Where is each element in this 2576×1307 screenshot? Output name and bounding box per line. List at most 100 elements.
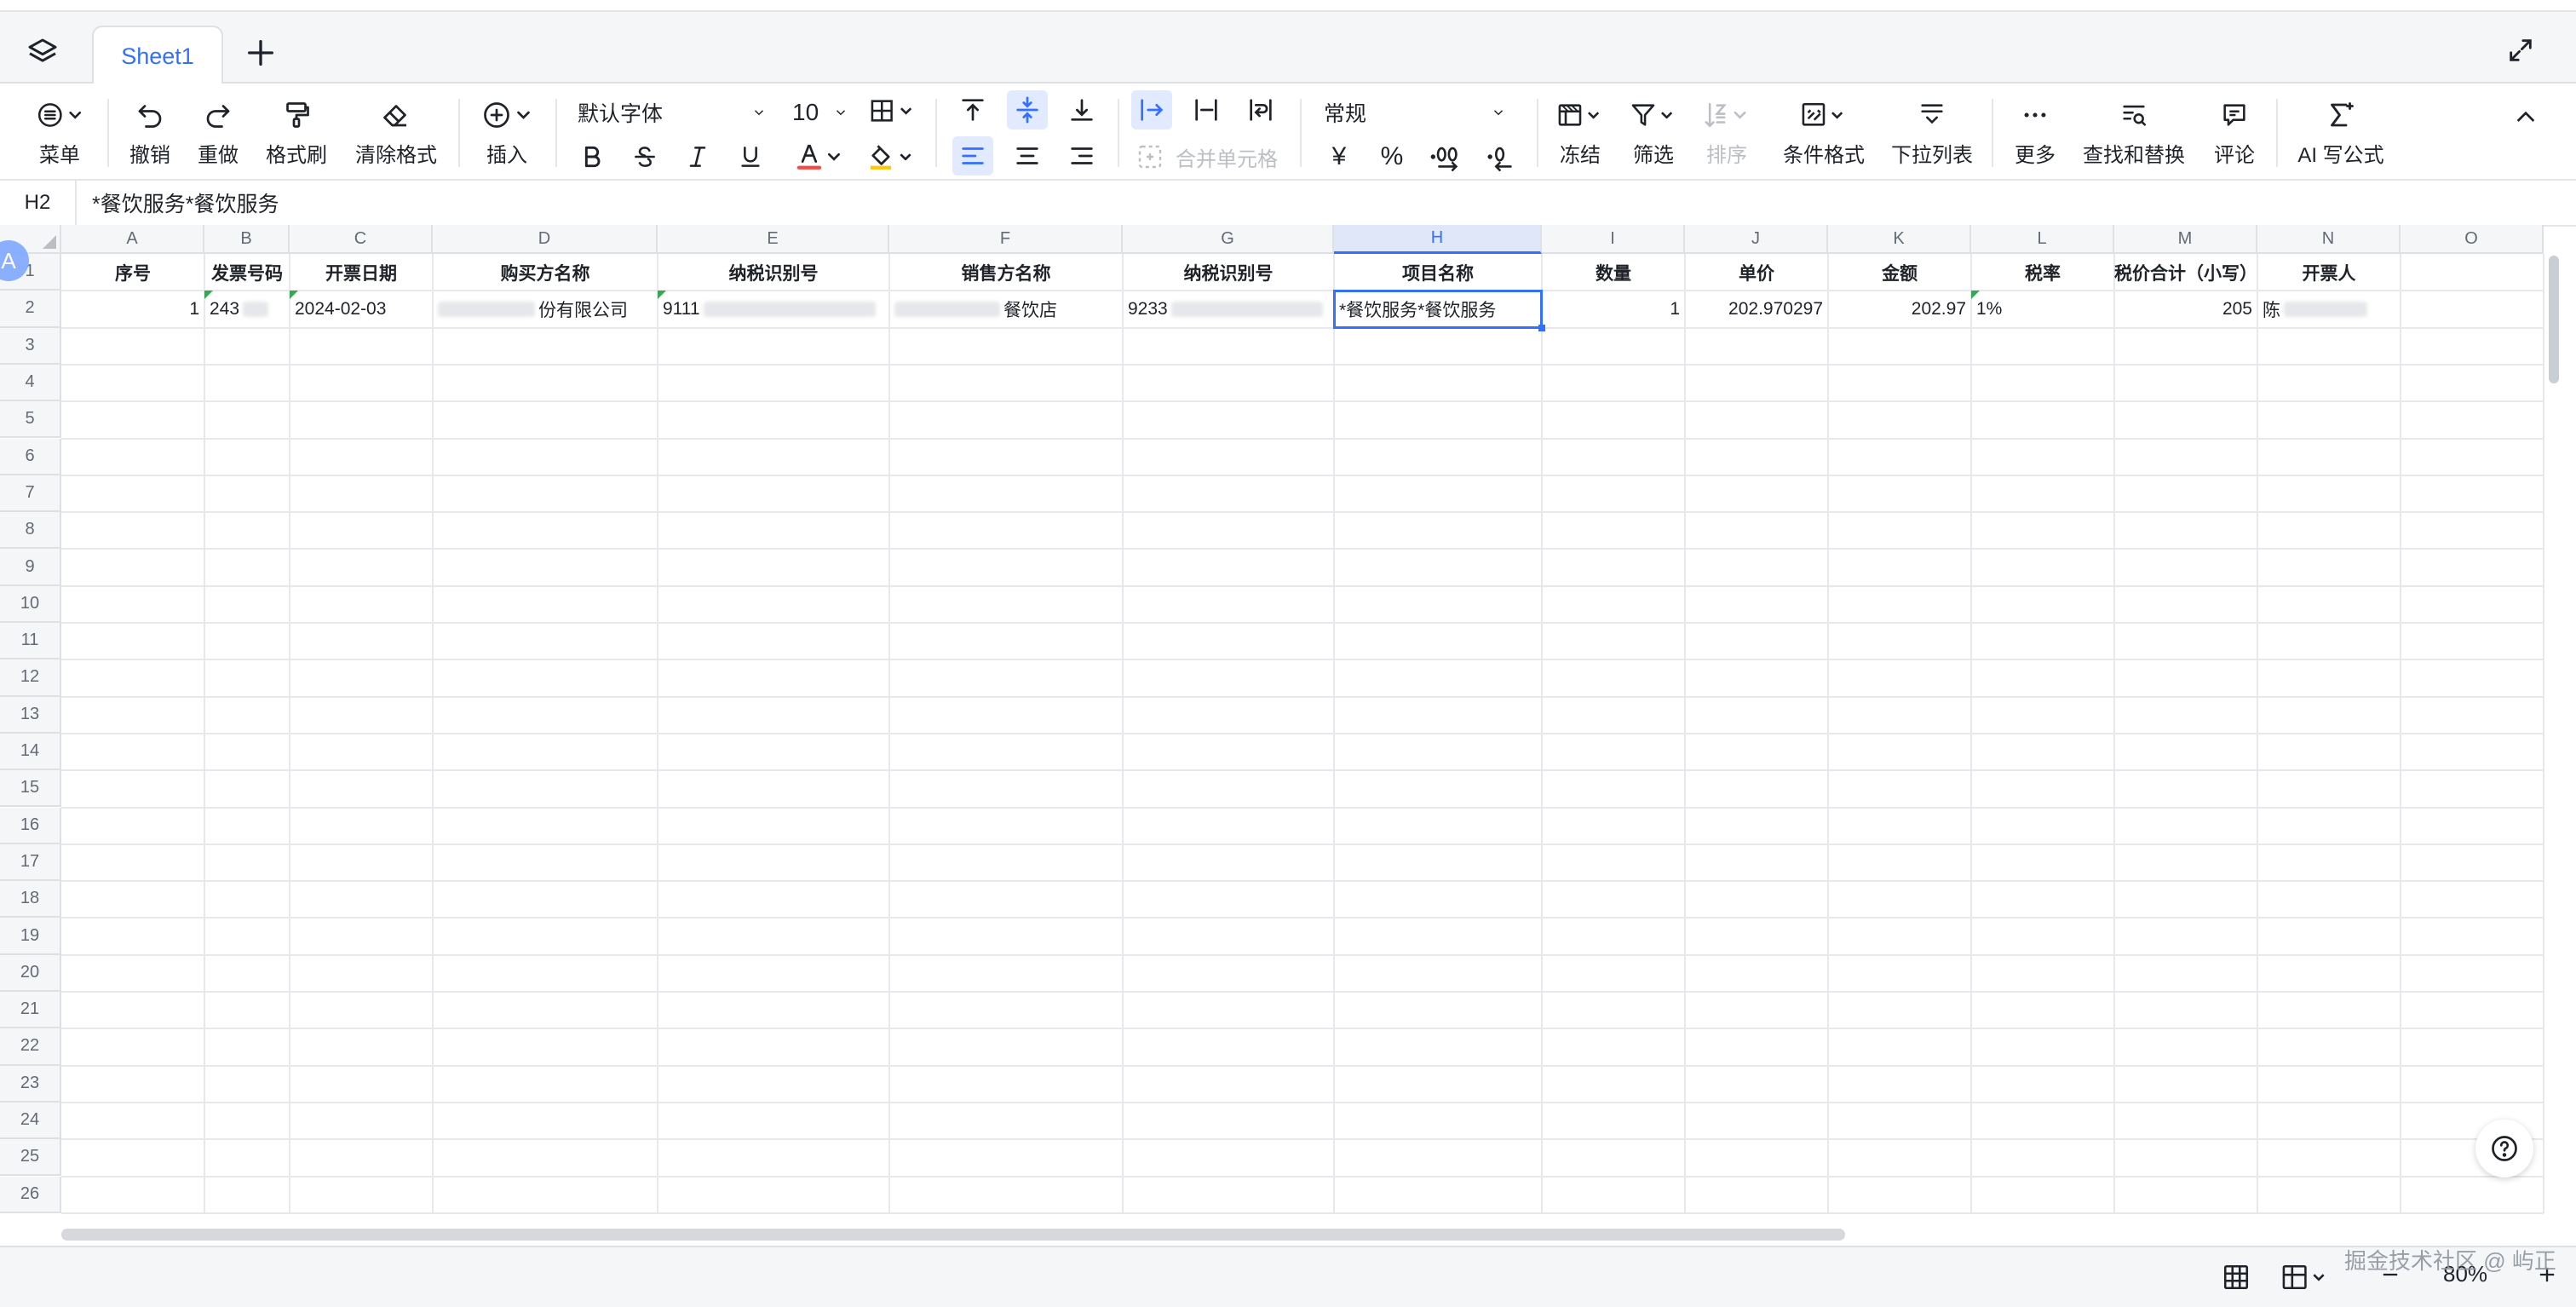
fullscreen-button[interactable] xyxy=(2506,36,2540,70)
cell-l1[interactable]: 税率 xyxy=(1971,254,2114,291)
row-header-18[interactable]: 18 xyxy=(0,881,61,918)
sheet-list-button[interactable] xyxy=(26,36,68,70)
cell-c2[interactable]: 2024-02-03 xyxy=(290,291,433,327)
row-header-16[interactable]: 16 xyxy=(0,807,61,844)
formula-input[interactable]: *餐饮服务*餐饮服务 xyxy=(92,181,279,225)
more-button[interactable]: 更多 xyxy=(2007,95,2063,168)
cell-d2[interactable]: 份有限公司 xyxy=(433,291,658,327)
strikethrough-button[interactable] xyxy=(625,138,664,176)
align-middle-button[interactable] xyxy=(1007,90,1048,130)
help-button[interactable] xyxy=(2475,1120,2533,1177)
vertical-scrollbar[interactable] xyxy=(2549,256,2559,383)
fill-handle[interactable] xyxy=(1538,324,1545,331)
cell-j2[interactable]: 202.970297 xyxy=(1685,291,1828,327)
row-header-22[interactable]: 22 xyxy=(0,1028,61,1066)
menu-button[interactable]: 菜单 xyxy=(26,95,94,168)
cell-j1[interactable]: 单价 xyxy=(1685,254,1828,291)
cell-f2[interactable]: 餐饮店 xyxy=(889,291,1123,327)
column-header-a[interactable]: A xyxy=(61,225,204,254)
spreadsheet-grid[interactable]: ABCDEFGHIJKLMNO 1 2 3 4 5 6 7 8 9 10 11 12 13 14 15 16 1… xyxy=(0,225,2576,1222)
sort-button[interactable]: 排序 xyxy=(1697,95,1757,168)
row-header-8[interactable]: 8 xyxy=(0,512,61,550)
underline-button[interactable] xyxy=(731,138,770,176)
row-header-17[interactable]: 17 xyxy=(0,844,61,882)
column-header-o[interactable]: O xyxy=(2401,225,2544,254)
horizontal-scrollbar[interactable] xyxy=(61,1229,1845,1241)
row-header-2[interactable]: 2 xyxy=(0,291,61,328)
row-header-19[interactable]: 19 xyxy=(0,918,61,955)
row-header-13[interactable]: 13 xyxy=(0,696,61,734)
freeze-view-button[interactable] xyxy=(2280,1263,2329,1292)
cell-a1[interactable]: 序号 xyxy=(61,254,204,291)
cell-b2[interactable]: 243 xyxy=(204,291,290,327)
cell-reference[interactable]: H2 xyxy=(0,181,77,225)
font-size-select[interactable]: 10 xyxy=(792,95,848,130)
decrease-decimal-button[interactable] xyxy=(1479,138,1523,176)
column-header-j[interactable]: J xyxy=(1685,225,1828,254)
column-header-l[interactable]: L xyxy=(1971,225,2114,254)
row-header-12[interactable]: 12 xyxy=(0,659,61,697)
column-header-c[interactable]: C xyxy=(290,225,433,254)
redo-button[interactable]: 重做 xyxy=(194,95,242,168)
undo-button[interactable]: 撤销 xyxy=(126,95,174,168)
row-header-23[interactable]: 23 xyxy=(0,1065,61,1103)
column-header-n[interactable]: N xyxy=(2257,225,2401,254)
align-left-button[interactable] xyxy=(952,136,993,176)
cell-h1[interactable]: 项目名称 xyxy=(1334,254,1542,291)
row-header-4[interactable]: 4 xyxy=(0,364,61,402)
align-right-button[interactable] xyxy=(1061,136,1102,176)
row-header-14[interactable]: 14 xyxy=(0,733,61,771)
column-header-h[interactable]: H xyxy=(1334,225,1542,254)
italic-button[interactable] xyxy=(678,138,717,176)
cell-l2[interactable]: 1% xyxy=(1971,291,2114,327)
column-header-m[interactable]: M xyxy=(2114,225,2257,254)
cell-g2[interactable]: 9233 xyxy=(1123,291,1334,327)
tab-sheet1[interactable]: Sheet1 xyxy=(92,26,223,85)
row-header-9[interactable]: 9 xyxy=(0,549,61,586)
row-header-15[interactable]: 15 xyxy=(0,770,61,808)
increase-decimal-button[interactable] xyxy=(1424,138,1469,176)
ai-formula-button[interactable]: AI 写公式 xyxy=(2291,95,2390,168)
column-header-e[interactable]: E xyxy=(658,225,889,254)
row-header-20[interactable]: 20 xyxy=(0,954,61,992)
row-header-3[interactable]: 3 xyxy=(0,327,61,365)
text-overflow-button[interactable] xyxy=(1131,90,1172,130)
cell-b1[interactable]: 发票号码 xyxy=(204,254,290,291)
cell-e1[interactable]: 纳税识别号 xyxy=(658,254,889,291)
cell-f1[interactable]: 销售方名称 xyxy=(889,254,1123,291)
cell-k1[interactable]: 金额 xyxy=(1828,254,1971,291)
grid-view-button[interactable] xyxy=(2222,1263,2251,1292)
bold-button[interactable] xyxy=(572,138,612,176)
cell-d1[interactable]: 购买方名称 xyxy=(433,254,658,291)
cell-m1[interactable]: 税价合计（小写） xyxy=(2114,254,2257,291)
add-sheet-button[interactable] xyxy=(244,36,281,73)
column-header-d[interactable]: D xyxy=(433,225,658,254)
align-bottom-button[interactable] xyxy=(1061,90,1102,130)
row-header-25[interactable]: 25 xyxy=(0,1139,61,1177)
cell-n1[interactable]: 开票人 xyxy=(2257,254,2401,291)
find-replace-button[interactable]: 查找和替换 xyxy=(2079,95,2189,168)
row-header-24[interactable]: 24 xyxy=(0,1102,61,1140)
font-color-button[interactable] xyxy=(789,138,850,176)
align-top-button[interactable] xyxy=(952,90,993,130)
row-header-5[interactable]: 5 xyxy=(0,401,61,439)
align-center-button[interactable] xyxy=(1007,136,1048,176)
cell-i1[interactable]: 数量 xyxy=(1542,254,1685,291)
cell-i2[interactable]: 1 xyxy=(1542,291,1685,327)
percent-format-button[interactable]: % xyxy=(1371,138,1412,176)
comment-button[interactable]: 评论 xyxy=(2206,95,2263,168)
column-header-b[interactable]: B xyxy=(204,225,290,254)
cell-m2[interactable]: 205 xyxy=(2114,291,2257,327)
column-header-k[interactable]: K xyxy=(1828,225,1971,254)
cell-n2[interactable]: 陈 xyxy=(2257,291,2401,327)
cell-c1[interactable]: 开票日期 xyxy=(290,254,433,291)
clear-format-button[interactable]: 清除格式 xyxy=(349,95,443,168)
column-header-f[interactable]: F xyxy=(889,225,1123,254)
text-wrap-button[interactable] xyxy=(1240,90,1281,130)
cell-e2[interactable]: 9111 xyxy=(658,291,889,327)
number-format-select[interactable]: 常规 xyxy=(1324,95,1509,130)
dropdown-list-button[interactable]: 下拉列表 xyxy=(1886,95,1978,168)
cell-k2[interactable]: 202.97 xyxy=(1828,291,1971,327)
text-clip-button[interactable] xyxy=(1186,90,1227,130)
currency-format-button[interactable]: ¥ xyxy=(1319,138,1360,176)
